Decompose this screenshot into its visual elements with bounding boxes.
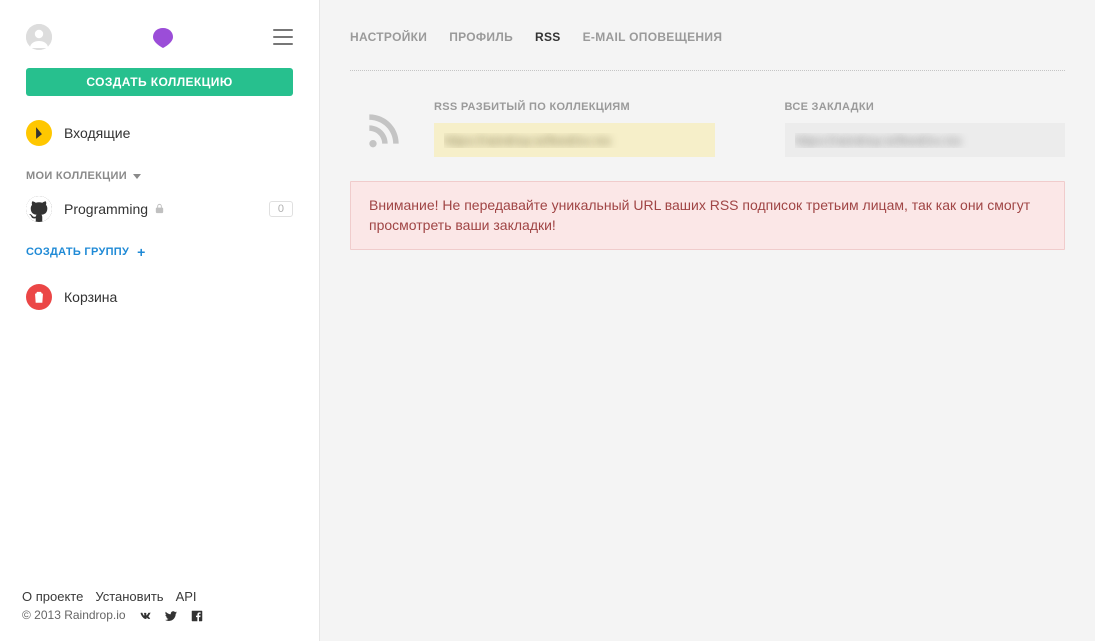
- footer-api-link[interactable]: API: [176, 589, 197, 604]
- rss-by-collections-label: RSS РАЗБИТЫЙ ПО КОЛЛЕКЦИЯМ: [434, 101, 715, 113]
- footer-about-link[interactable]: О проекте: [22, 589, 83, 604]
- copyright-text: © 2013 Raindrop.io: [22, 608, 126, 622]
- tabs: НАСТРОЙКИ ПРОФИЛЬ RSS E-MAIL ОПОВЕЩЕНИЯ: [350, 30, 1065, 71]
- lock-icon: [154, 201, 165, 217]
- chevron-down-icon: [133, 174, 141, 179]
- inbox-label: Входящие: [64, 125, 130, 141]
- inbox-item[interactable]: Входящие: [0, 110, 319, 156]
- group-header-label: МОИ КОЛЛЕКЦИИ: [26, 170, 127, 182]
- tab-settings[interactable]: НАСТРОЙКИ: [350, 30, 427, 44]
- rss-all-bookmarks-label: ВСЕ ЗАКЛАДКИ: [785, 101, 1066, 113]
- rss-icon: [362, 107, 410, 157]
- sidebar-header: [0, 0, 319, 68]
- social-icons: [137, 609, 205, 623]
- trash-icon: [26, 284, 52, 310]
- menu-icon[interactable]: [273, 29, 293, 45]
- rss-all-bookmarks: ВСЕ ЗАКЛАДКИ: [785, 101, 1066, 157]
- tab-rss[interactable]: RSS: [535, 30, 561, 44]
- rss-by-collections: RSS РАЗБИТЫЙ ПО КОЛЛЕКЦИЯМ: [434, 101, 715, 157]
- footer-install-link[interactable]: Установить: [95, 589, 163, 604]
- tab-email-notify[interactable]: E-MAIL ОПОВЕЩЕНИЯ: [583, 30, 723, 44]
- rss-section: RSS РАЗБИТЫЙ ПО КОЛЛЕКЦИЯМ ВСЕ ЗАКЛАДКИ: [350, 101, 1065, 157]
- main-content: НАСТРОЙКИ ПРОФИЛЬ RSS E-MAIL ОПОВЕЩЕНИЯ …: [320, 0, 1095, 641]
- github-icon: [26, 196, 52, 222]
- trash-item[interactable]: Корзина: [0, 274, 319, 320]
- avatar[interactable]: [26, 24, 52, 50]
- logo-icon[interactable]: [148, 25, 178, 49]
- rss-url-collections-input[interactable]: [434, 123, 715, 157]
- sidebar: СОЗДАТЬ КОЛЛЕКЦИЮ Входящие МОИ КОЛЛЕКЦИИ…: [0, 0, 320, 641]
- create-group-button[interactable]: СОЗДАТЬ ГРУППУ +: [0, 230, 319, 274]
- twitter-icon[interactable]: [163, 609, 179, 623]
- collection-label: Programming: [64, 201, 148, 217]
- count-badge: 0: [269, 201, 293, 217]
- warning-banner: Внимание! Не передавайте уникальный URL …: [350, 181, 1065, 250]
- my-collections-header[interactable]: МОИ КОЛЛЕКЦИИ: [0, 156, 319, 188]
- sidebar-footer: О проекте Установить API © 2013 Raindrop…: [0, 589, 319, 641]
- plus-icon: +: [137, 244, 145, 260]
- rss-url-all-input[interactable]: [785, 123, 1066, 157]
- trash-label: Корзина: [64, 289, 117, 305]
- vk-icon[interactable]: [137, 609, 153, 623]
- facebook-icon[interactable]: [189, 609, 205, 623]
- create-collection-button[interactable]: СОЗДАТЬ КОЛЛЕКЦИЮ: [26, 68, 293, 96]
- copyright: © 2013 Raindrop.io: [22, 608, 297, 623]
- inbox-icon: [26, 120, 52, 146]
- collection-item[interactable]: Programming 0: [0, 188, 319, 230]
- footer-links: О проекте Установить API: [22, 589, 297, 604]
- tab-profile[interactable]: ПРОФИЛЬ: [449, 30, 513, 44]
- create-group-label: СОЗДАТЬ ГРУППУ: [26, 246, 129, 258]
